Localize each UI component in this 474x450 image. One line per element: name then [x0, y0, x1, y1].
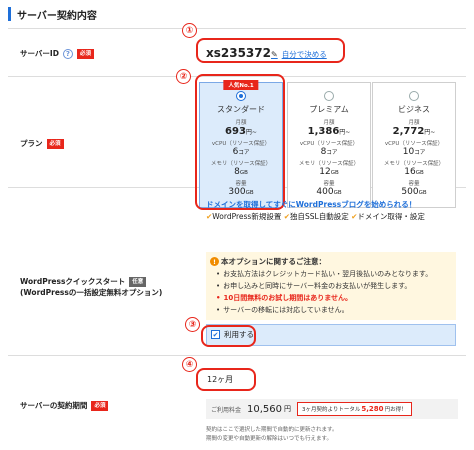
plan-vcpu-value: 10 — [402, 147, 415, 157]
section-title-text: サーバー契約内容 — [17, 10, 97, 22]
wp-headline: ドメインを取得してすぐにWordPressブログを始められる！ — [206, 200, 417, 209]
plan-name: プレミアム — [309, 105, 349, 114]
section-title-bar — [8, 7, 11, 21]
plan-price-value: 2,772 — [392, 126, 425, 137]
step-badge-2: ② — [176, 69, 191, 84]
required-badge: 必須 — [91, 400, 109, 411]
fee-promo-suffix: 円お得！ — [384, 407, 407, 413]
fee-box: ご利用料金 10,560 円 3ヶ月契約よりトータル 5,280 円お得！ — [206, 399, 458, 419]
plan-storage-label: 容量 — [323, 181, 335, 187]
server-id-label: サーバーID ? 必須 — [20, 48, 94, 59]
plan-memory: 16GB — [373, 167, 455, 177]
plan-price-unit: 円~ — [424, 129, 436, 136]
notice-list: お支払方法はクレジットカード払い・翌月後払いのみとなります。 お申し込みと同時に… — [216, 268, 432, 316]
plan-radio[interactable] — [409, 91, 419, 101]
plan-storage-label: 容量 — [408, 181, 420, 187]
plan-price: 1,386円~ — [288, 126, 370, 137]
plan-vcpu: 10コア — [373, 147, 455, 157]
plan-memory: 12GB — [288, 167, 370, 177]
help-icon[interactable]: ? — [62, 48, 73, 59]
required-badge: 必須 — [76, 48, 94, 59]
divider — [8, 355, 466, 356]
plan-price-label: 月額 — [323, 120, 335, 126]
plan-memory-value: 12 — [319, 167, 331, 177]
notice-item: お支払方法はクレジットカード払い・翌月後払いのみとなります。 — [216, 268, 432, 280]
section-title: サーバー契約内容 — [8, 4, 97, 24]
plan-label-text: プラン — [20, 139, 43, 148]
plan-vcpu-unit: コア — [414, 150, 426, 156]
notice-title-text: 本オプションに関するご注意： — [221, 257, 326, 266]
wp-quickstart-label-text: WordPressクイックスタート — [20, 277, 126, 286]
plan-vcpu-label: vCPU（リソース保証） — [384, 141, 444, 147]
plan-memory-value: 16 — [404, 167, 416, 177]
plan-label: プラン 必須 — [20, 138, 64, 149]
wp-quickstart-label-line1: WordPressクイックスタート 任意 — [20, 276, 162, 287]
fee-promo-prefix: 3ヶ月契約よりトータル — [302, 407, 361, 413]
optional-badge: 任意 — [129, 276, 147, 287]
plan-storage-value: 400 — [316, 187, 334, 197]
wp-features: ✔WordPress新規設置 ✔独自SSL自動設定 ✔ドメイン取得・設定 — [206, 211, 425, 222]
pencil-icon: ✎ — [271, 50, 278, 59]
step-badge-1: ① — [182, 23, 197, 38]
plan-storage-unit: GB — [333, 190, 342, 196]
plan-price-unit: 円~ — [339, 129, 351, 136]
fee-promo: 3ヶ月契約よりトータル 5,280 円お得！ — [297, 402, 412, 416]
plan-vcpu: 8コア — [288, 147, 370, 157]
wp-quickstart-label: WordPressクイックスタート 任意 (WordPressの一括設定無料オプ… — [20, 276, 162, 298]
highlight-contract-period — [196, 368, 256, 391]
plan-storage-value: 500 — [401, 187, 419, 197]
divider — [8, 28, 466, 29]
notice-item-highlight: 10日間無料のお試し期間はありません。 — [216, 292, 432, 304]
plan-price: 2,772円~ — [373, 126, 455, 137]
plan-card-premium[interactable]: プレミアム 月額 1,386円~ vCPU（リソース保証） 8コア メモリ（リソ… — [287, 82, 371, 208]
plan-storage: 400GB — [288, 187, 370, 197]
note-line: 期間の変更や自動更新の解除はいつでも行えます。 — [206, 436, 332, 442]
wp-feature: 独自SSL自動設定 — [290, 212, 349, 221]
plan-storage-unit: GB — [418, 190, 427, 196]
wp-feature: ドメイン取得・設定 — [357, 212, 425, 221]
plan-vcpu-label: vCPU（リソース保証） — [299, 141, 359, 147]
contract-period-label: サーバーの契約期間 必須 — [20, 400, 109, 411]
server-id-label-text: サーバーID — [20, 49, 59, 58]
notice-box: ! 本オプションに関するご注意： お支払方法はクレジットカード払い・翌月後払いの… — [206, 252, 456, 320]
plan-memory-unit: GB — [330, 170, 339, 176]
plan-price-label: 月額 — [408, 120, 420, 126]
fee-promo-amount: 5,280 — [361, 405, 384, 413]
plan-name: ビジネス — [398, 105, 430, 114]
plan-card-business[interactable]: ビジネス 月額 2,772円~ vCPU（リソース保証） 10コア メモリ（リソ… — [372, 82, 456, 208]
fee-label: ご利用料金 — [211, 406, 242, 414]
step-badge-3: ③ — [185, 317, 200, 332]
highlight-use-option — [201, 325, 256, 347]
warning-icon: ! — [210, 257, 219, 266]
plan-price-value: 1,386 — [307, 126, 340, 137]
step-badge-4: ④ — [182, 357, 197, 372]
contract-period-label-text: サーバーの契約期間 — [20, 401, 88, 410]
plan-memory-label: メモリ（リソース保証） — [383, 161, 445, 167]
fee-amount: 10,560 — [247, 403, 283, 415]
server-id-value: xs235372 — [206, 46, 271, 60]
plan-memory-unit: GB — [415, 170, 424, 176]
plan-radio[interactable] — [324, 91, 334, 101]
notice-title: ! 本オプションに関するご注意： — [210, 256, 326, 267]
note-line: 契約はここで選択した期間で自動的に更新されます。 — [206, 427, 338, 433]
plan-memory-label: メモリ（リソース保証） — [298, 161, 360, 167]
fee-yen: 円 — [284, 405, 292, 413]
self-decide-link-text: 自分で決める — [281, 50, 327, 59]
wp-quickstart-label-line2: (WordPressの一括設定無料オプション) — [20, 288, 163, 297]
notice-item: お申し込みと同時にサーバー料金のお支払いが発生します。 — [216, 280, 432, 292]
self-decide-link[interactable]: ✎ 自分で決める — [271, 49, 327, 60]
required-badge: 必須 — [46, 138, 64, 149]
notice-item: サーバーの移転には対応していません。 — [216, 304, 432, 316]
wp-feature: WordPress新規設置 — [212, 212, 282, 221]
plan-vcpu-unit: コア — [326, 150, 338, 156]
highlight-plan — [195, 74, 285, 210]
plan-storage: 500GB — [373, 187, 455, 197]
